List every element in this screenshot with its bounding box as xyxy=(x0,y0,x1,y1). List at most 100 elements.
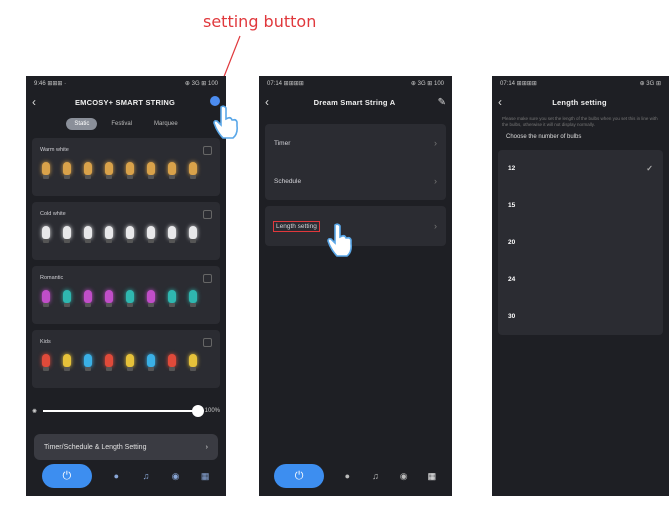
bulb-count-label: 24 xyxy=(508,276,516,283)
list-item-timer[interactable]: Timer › xyxy=(265,124,446,162)
timer-schedule-length-button[interactable]: Timer/Schedule & Length Setting › xyxy=(34,434,218,460)
bulb-icon[interactable]: ● xyxy=(111,471,121,481)
phone-screen-settings: 07:14 ⊞⊞⊞⊞ ⊕ 3G ⊞ 100 ‹ Dream Smart Stri… xyxy=(259,76,452,496)
bulb-icon[interactable]: ● xyxy=(342,471,352,481)
chevron-right-icon: › xyxy=(434,176,437,186)
bulb-icon xyxy=(189,162,197,179)
scene-card[interactable]: Cold white xyxy=(32,202,220,260)
power-icon: ⏻ xyxy=(62,469,72,482)
chevron-right-icon: › xyxy=(434,221,437,231)
bulb-icon xyxy=(105,162,113,179)
palette-icon[interactable]: ◉ xyxy=(171,471,181,481)
status-right: ⊕ 3G ⊞ xyxy=(639,80,661,87)
tab-marquee[interactable]: Marquee xyxy=(146,118,186,130)
length-description: Please make sure you set the length of t… xyxy=(502,116,658,127)
bulbs-prompt: Choose the number of bulbs xyxy=(506,134,582,140)
page-title: EMCOSY+ SMART STRING xyxy=(74,97,176,107)
status-bar: 07:14 ⊞⊞⊞⊞ ⊕ 3G ⊞ xyxy=(492,76,669,90)
power-button[interactable]: ⏻ xyxy=(41,464,92,488)
scene-card[interactable]: Romantic xyxy=(32,266,220,324)
scene-card-label: Warm white xyxy=(40,147,69,153)
bulb-icon xyxy=(147,226,155,243)
list-item-schedule[interactable]: Schedule › xyxy=(265,162,446,200)
scene-card-label: Romantic xyxy=(40,275,64,281)
timer-schedule-length-label: Timer/Schedule & Length Setting xyxy=(44,443,147,451)
schedule-label: Schedule xyxy=(274,177,302,185)
bulb-icon xyxy=(126,162,134,179)
app-header: ‹ Dream Smart String A ✎ xyxy=(259,90,452,114)
status-bar: 9:46 ⊞⊞⊞ · ⊕ 3G ⊞ 100 xyxy=(26,76,226,90)
list-item-length-setting[interactable]: Length setting › xyxy=(265,206,446,246)
hand-pointer-icon xyxy=(327,223,352,257)
bulb-icon xyxy=(63,290,71,307)
bulb-count-option[interactable]: 15 xyxy=(498,187,663,224)
bulb-row xyxy=(42,354,210,374)
chevron-right-icon: › xyxy=(434,138,437,148)
bulb-icon xyxy=(63,354,71,371)
length-setting-label: Length setting xyxy=(273,220,320,232)
scene-checkbox[interactable] xyxy=(203,210,212,219)
bulb-icon xyxy=(168,226,176,243)
bulb-icon xyxy=(105,290,113,307)
bulb-count-option[interactable]: 24 xyxy=(498,261,663,298)
scene-checkbox[interactable] xyxy=(203,338,212,347)
bulb-icon xyxy=(105,354,113,371)
annotation-label: setting button xyxy=(203,12,317,31)
power-button[interactable]: ⏻ xyxy=(274,464,325,488)
chevron-right-icon: › xyxy=(205,443,208,451)
bulb-count-label: 15 xyxy=(508,202,516,209)
scene-card-label: Kids xyxy=(40,339,51,345)
grid-icon[interactable]: ▦ xyxy=(427,471,437,481)
bulb-row xyxy=(42,162,210,182)
tab-festival[interactable]: Festival xyxy=(103,118,140,130)
bulb-icon xyxy=(105,226,113,243)
page-title: Length setting xyxy=(552,97,607,107)
bottom-panel: ✺ 100% Timer/Schedule & Length Setting ›… xyxy=(26,396,226,496)
bulb-icon xyxy=(168,290,176,307)
scene-card[interactable]: Warm white xyxy=(32,138,220,196)
scene-checkbox[interactable] xyxy=(203,146,212,155)
brightness-value: 100% xyxy=(204,408,220,414)
bulb-count-label: 30 xyxy=(508,313,516,320)
bulb-icon xyxy=(63,226,71,243)
bulb-count-option[interactable]: 20 xyxy=(498,224,663,261)
bulb-icon xyxy=(189,354,197,371)
slider-thumb[interactable] xyxy=(191,405,204,417)
bulb-count-option[interactable]: 30 xyxy=(498,298,663,335)
scene-card-label: Cold white xyxy=(40,211,66,217)
grid-icon[interactable]: ▦ xyxy=(200,471,210,481)
bulb-icon xyxy=(189,290,197,307)
tab-static[interactable]: Static xyxy=(66,118,98,130)
bulb-count-option[interactable]: 12 ✓ xyxy=(498,150,663,187)
bulb-icon xyxy=(147,290,155,307)
mode-tabs: Static Festival Marquee xyxy=(26,118,226,130)
brightness-icon: ✺ xyxy=(32,408,38,415)
phone-screen-main: 9:46 ⊞⊞⊞ · ⊕ 3G ⊞ 100 ‹ EMCOSY+ SMART ST… xyxy=(26,76,226,496)
scene-card-list: Warm white Cold white Romantic Kids xyxy=(26,138,226,388)
status-left: 9:46 ⊞⊞⊞ · xyxy=(34,80,67,87)
bulb-icon xyxy=(42,290,50,307)
back-icon[interactable]: ‹ xyxy=(498,95,510,109)
bulb-icon xyxy=(126,290,134,307)
bottom-tab-bar: ⏻ ● ♫ ◉ ▦ xyxy=(259,462,452,490)
page-title: Dream Smart String A xyxy=(313,97,396,107)
back-icon[interactable]: ‹ xyxy=(265,95,277,109)
music-icon[interactable]: ♫ xyxy=(141,471,151,481)
palette-icon[interactable]: ◉ xyxy=(399,471,409,481)
scene-card[interactable]: Kids xyxy=(32,330,220,388)
bulb-icon xyxy=(42,162,50,179)
music-icon[interactable]: ♫ xyxy=(370,471,380,481)
bulb-row xyxy=(42,290,210,310)
bulb-icon xyxy=(84,290,92,307)
bulb-icon xyxy=(84,354,92,371)
bulb-icon xyxy=(168,162,176,179)
app-header: ‹ EMCOSY+ SMART STRING xyxy=(26,90,226,114)
bulb-icon xyxy=(126,354,134,371)
status-bar: 07:14 ⊞⊞⊞⊞ ⊕ 3G ⊞ 100 xyxy=(259,76,452,90)
brightness-slider[interactable] xyxy=(43,405,204,417)
phone-screen-length-setting: 07:14 ⊞⊞⊞⊞ ⊕ 3G ⊞ ‹ Length setting Pleas… xyxy=(492,76,669,496)
scene-checkbox[interactable] xyxy=(203,274,212,283)
hand-pointer-icon xyxy=(213,105,238,139)
back-icon[interactable]: ‹ xyxy=(32,95,44,109)
edit-icon[interactable]: ✎ xyxy=(432,97,446,108)
